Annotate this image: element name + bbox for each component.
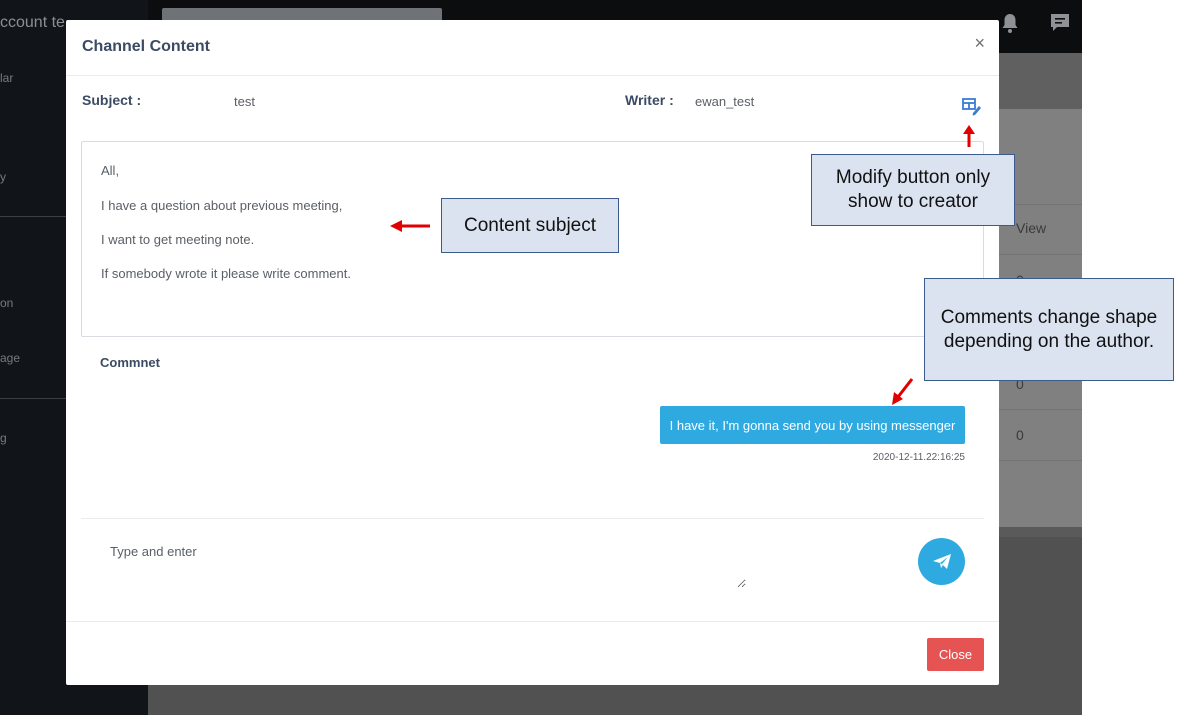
chat-icon[interactable] xyxy=(1049,12,1071,39)
sidebar-item[interactable]: lar xyxy=(0,71,20,85)
sidebar-item[interactable]: age xyxy=(0,351,20,365)
comment-divider xyxy=(81,518,984,519)
sidebar-item[interactable]: y xyxy=(0,170,20,184)
writer-value: ewan_test xyxy=(695,94,755,109)
sidebar-item[interactable]: g xyxy=(0,431,20,445)
content-line: All, xyxy=(101,163,120,178)
writer-label: Writer : xyxy=(625,92,674,108)
comment-bubble: I have it, I'm gonna send you by using m… xyxy=(660,406,965,444)
subject-label: Subject : xyxy=(82,92,142,108)
modify-annotation: Modify button only show to creator xyxy=(811,154,1015,226)
table-divider xyxy=(998,254,1082,255)
modal-header: Channel Content × xyxy=(66,20,999,76)
comment-input[interactable] xyxy=(96,538,746,588)
content-strip xyxy=(998,53,1082,109)
send-button[interactable] xyxy=(918,538,965,585)
table-divider xyxy=(998,409,1082,410)
brand-name: ccount te xyxy=(0,14,65,31)
modal-title: Channel Content xyxy=(82,38,210,55)
content-line: I want to get meeting note. xyxy=(101,232,255,247)
modal-footer: Close xyxy=(66,621,999,685)
paper-plane-icon xyxy=(932,553,951,569)
sidebar-divider xyxy=(0,216,66,217)
close-icon[interactable]: × xyxy=(974,34,985,52)
content-line: I have a question about previous meeting… xyxy=(101,198,343,213)
arrow-up-icon xyxy=(963,125,975,147)
close-button[interactable]: Close xyxy=(927,638,984,671)
comments-annotation: Comments change shape depending on the a… xyxy=(924,278,1174,381)
arrow-left-icon xyxy=(390,220,430,232)
content-annotation: Content subject xyxy=(441,198,619,253)
comment-section-label: Commnet xyxy=(100,355,160,370)
subject-value: test xyxy=(234,94,255,109)
card-footer xyxy=(998,527,1082,537)
table-edit-icon[interactable] xyxy=(962,98,982,116)
table-cell: 0 xyxy=(1016,427,1024,443)
sidebar-divider xyxy=(0,398,66,399)
channel-content-modal: Channel Content × Subject : test Writer … xyxy=(66,20,999,685)
sidebar-item[interactable]: on xyxy=(0,296,20,310)
table-header-view: View xyxy=(1016,220,1047,236)
comment-timestamp: 2020-12-11.22:16:25 xyxy=(872,452,965,463)
bell-icon[interactable] xyxy=(1000,12,1020,39)
arrow-down-left-icon xyxy=(892,378,914,405)
table-divider xyxy=(998,460,1082,461)
content-line: If somebody wrote it please write commen… xyxy=(101,266,351,281)
